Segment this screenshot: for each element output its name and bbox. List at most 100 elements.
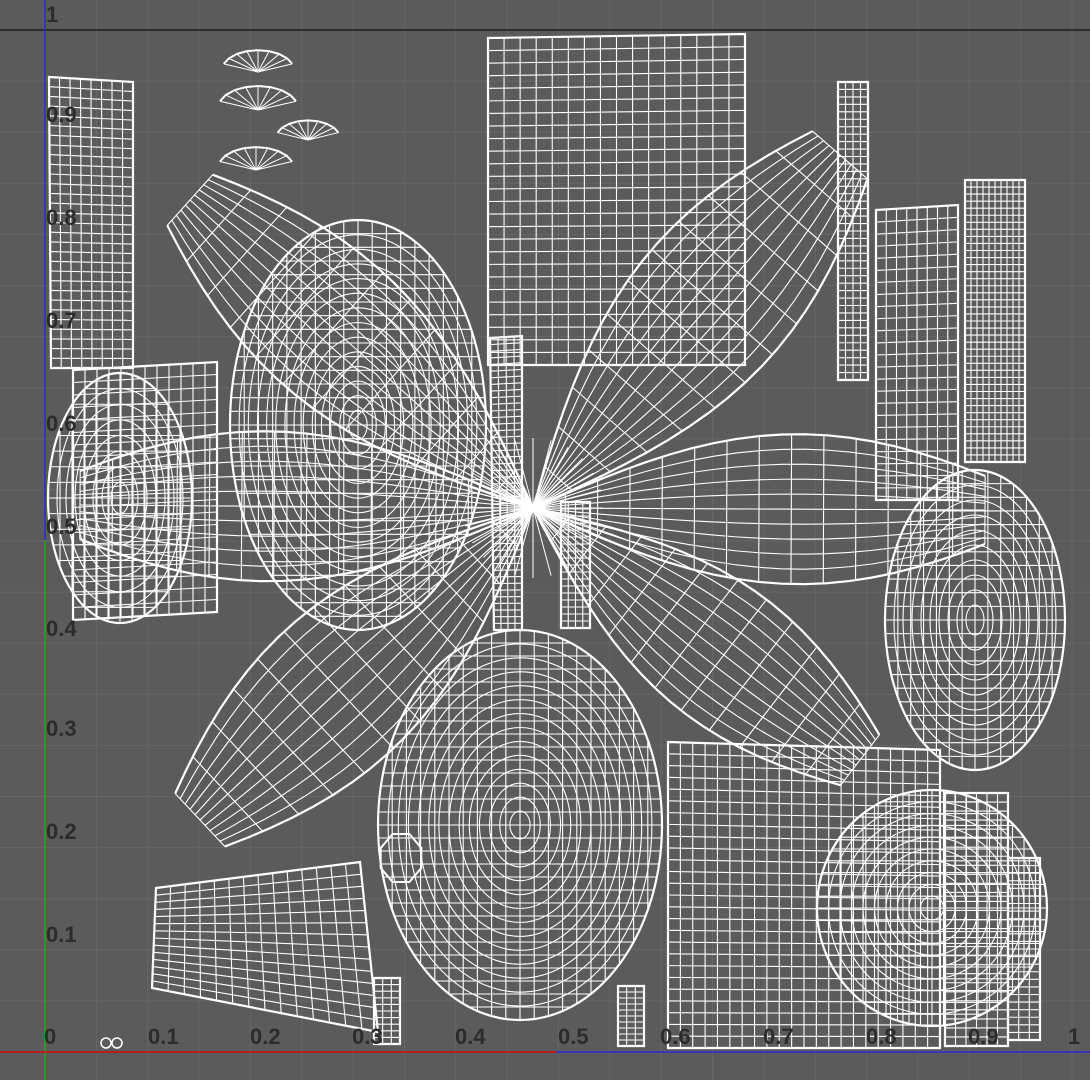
uv-edge: [255, 155, 287, 171]
uv-edge: [257, 86, 271, 111]
uv-shell-sphere-left[interactable]: [228, 218, 488, 632]
uv-edge: [211, 721, 300, 815]
uv-edge: [50, 280, 134, 283]
uv-edge: [875, 425, 959, 429]
uv-shell-small-fan[interactable]: [219, 146, 293, 171]
uv-edge: [50, 338, 134, 340]
uv-edge: [492, 555, 523, 558]
uv-pivot-icon[interactable]: [100, 1037, 123, 1049]
uv-edge: [491, 415, 523, 419]
u-tick-label: 0.7: [763, 1024, 794, 1049]
uv-shell-left-block[interactable]: [71, 360, 219, 622]
uv-shell-center-column[interactable]: [488, 334, 524, 632]
uv-edge: [487, 262, 746, 265]
uv-edge: [490, 402, 523, 405]
uv-edge: [208, 435, 211, 577]
uv-edge: [255, 147, 269, 171]
uv-edge: [174, 793, 226, 847]
uv-edge: [693, 447, 696, 570]
uv-edge: [257, 57, 288, 73]
uv-edge: [822, 435, 825, 584]
uv-edge: [492, 522, 523, 525]
uv-shell-small-capsule-2[interactable]: [616, 984, 646, 1048]
uv-shell-sphere-right[interactable]: [883, 468, 1067, 772]
u-tick-label: 0.6: [660, 1024, 691, 1049]
uv-edge: [491, 469, 523, 472]
uv-edge: [740, 171, 838, 256]
uv-shell-sphere-bottom[interactable]: [376, 628, 664, 1022]
v-tick-label: 0.7: [46, 308, 77, 333]
uv-shell-top-center[interactable]: [486, 32, 747, 367]
uv-edge: [487, 249, 746, 253]
uv-edge: [487, 288, 746, 291]
uv-edge: [667, 1023, 941, 1026]
uv-edge: [192, 756, 264, 832]
uv-edge: [491, 455, 523, 459]
uv-edge: [588, 349, 683, 432]
uv-edge: [186, 189, 252, 262]
uv-edge: [775, 150, 854, 219]
uv-edge: [667, 1012, 941, 1015]
uv-shell-right-strip[interactable]: [963, 178, 1027, 464]
uv-edge: [166, 174, 214, 226]
uv-edge: [739, 646, 818, 748]
u-tick-label: 0: [44, 1024, 57, 1049]
uv-edge: [487, 275, 746, 278]
v-tick-label: 0.2: [46, 819, 77, 844]
u-tick-label: 0.3: [352, 1024, 383, 1049]
uv-shell-small-fan[interactable]: [276, 119, 340, 141]
v-tick-label: 0.8: [46, 205, 77, 230]
uv-edge: [487, 237, 746, 240]
uv-edge: [490, 408, 523, 412]
uv-edge: [257, 94, 291, 111]
v-tick-label: 0.4: [46, 616, 77, 641]
uv-edge: [281, 127, 309, 141]
uv-edge: [790, 434, 793, 585]
uv-editor-viewport[interactable]: 0 0.1 0.2 0.3 0.4 0.5 0.6 0.7 0.8 0.9 1 …: [0, 0, 1090, 1080]
uv-edge: [492, 549, 523, 551]
uv-edge: [557, 426, 611, 473]
uv-shell-small-fan[interactable]: [219, 84, 297, 111]
uv-edge: [307, 127, 335, 141]
uv-edge: [491, 422, 523, 425]
uv-edge: [229, 225, 322, 329]
uv-edge: [627, 280, 746, 383]
pivot-circle: [100, 1037, 112, 1049]
uv-edge: [491, 475, 523, 478]
u-tick-label: 0.2: [250, 1024, 281, 1049]
u-tick-label: 0.1: [148, 1024, 179, 1049]
uv-edge: [50, 299, 134, 302]
v-tick-label: 0.9: [46, 102, 77, 127]
u-tick-label: 1: [1068, 1024, 1081, 1049]
uv-edge: [487, 313, 746, 316]
uv-edge: [228, 57, 259, 73]
uv-edge: [379, 566, 465, 658]
v-tick-label: 0.3: [46, 716, 77, 741]
uv-shell-petal-upper-left[interactable]: [166, 173, 534, 510]
uv-edge: [492, 515, 523, 518]
uv-edge: [492, 529, 523, 532]
uv-edge: [245, 86, 259, 111]
uv-shell-bottom-left-sleeve[interactable]: [150, 860, 380, 1034]
v-tick-label: 0.6: [46, 411, 77, 436]
uv-edge: [492, 542, 523, 545]
uv-edge: [225, 155, 257, 171]
uv-edge: [630, 562, 709, 664]
uv-edge: [154, 922, 367, 925]
uv-shell-small-fan[interactable]: [223, 49, 293, 73]
uv-edge: [667, 988, 941, 992]
uv-edge: [758, 436, 760, 582]
uv-canvas[interactable]: [0, 0, 1090, 1080]
uv-edge: [415, 549, 485, 623]
uv-edge: [225, 94, 259, 111]
u-tick-label: 0.5: [558, 1024, 589, 1049]
u-tick-label: 0.4: [455, 1024, 486, 1049]
u-tick-label: 0.8: [866, 1024, 897, 1049]
uv-shell-thin-vertical-1[interactable]: [836, 80, 870, 382]
uv-edge: [50, 289, 134, 293]
uv-edge: [875, 413, 959, 416]
u-tick-label: 0.9: [968, 1024, 999, 1049]
uv-edge: [283, 631, 394, 749]
uv-edge: [725, 440, 728, 578]
uv-shell-bottom-right-block[interactable]: [666, 740, 942, 1050]
